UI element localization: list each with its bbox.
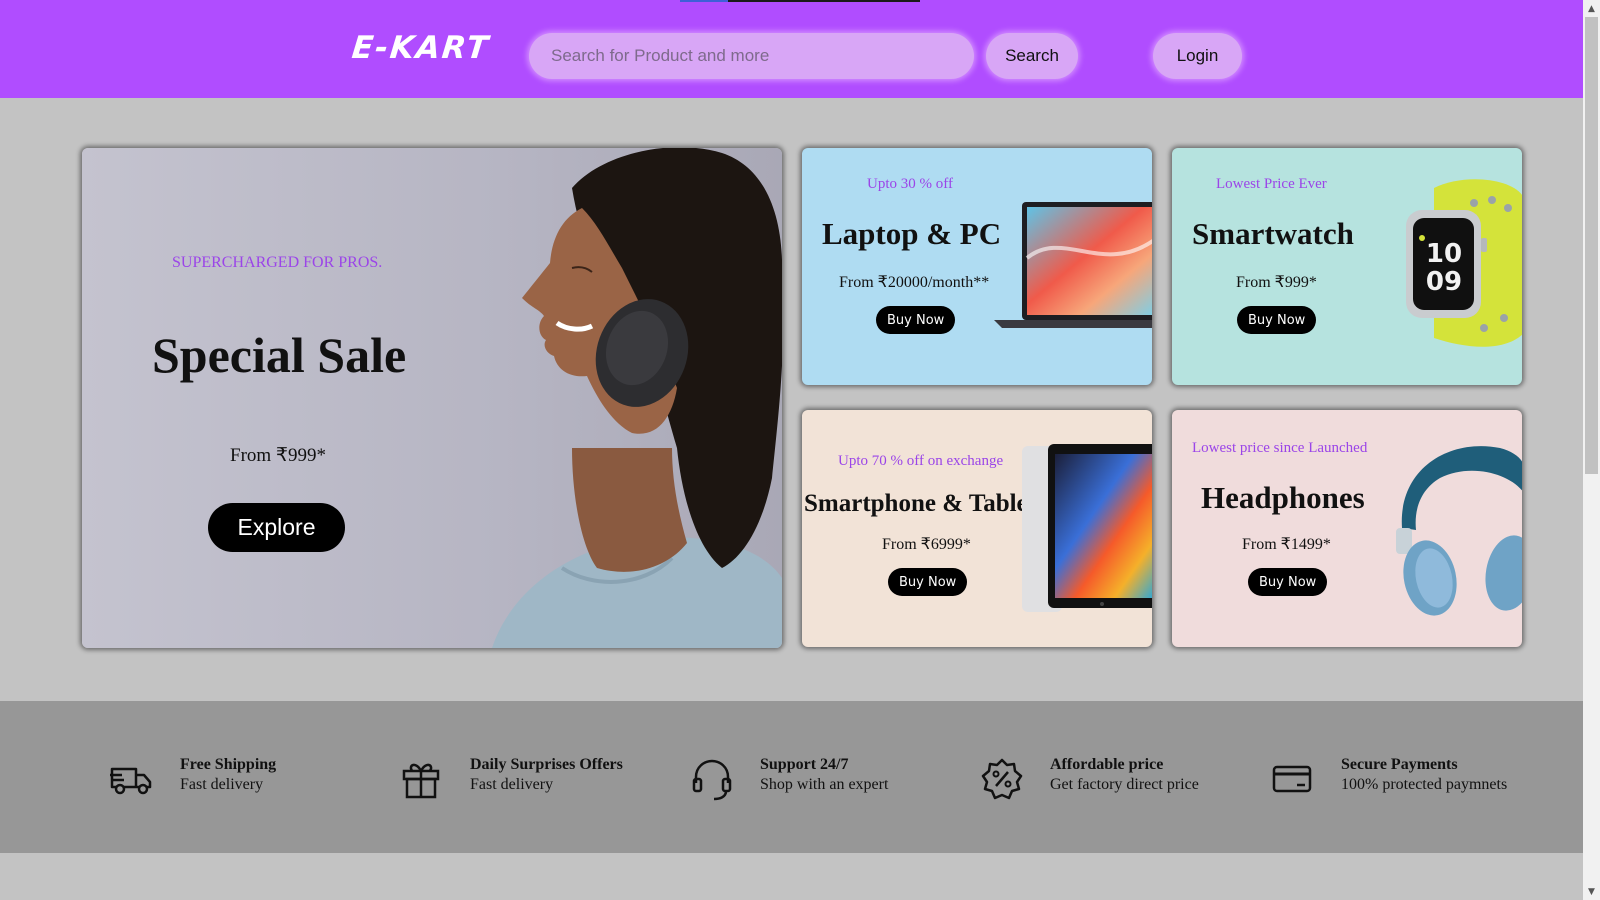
headphones-promo-card[interactable]: Lowest price since Launched Headphones F… — [1172, 410, 1522, 647]
feature-title: Daily Surprises Offers — [470, 756, 623, 773]
feature-title: Free Shipping — [180, 756, 277, 773]
smartwatch-price: From ₹999* — [1236, 274, 1317, 291]
laptop-buy-now-button[interactable]: Buy Now — [876, 306, 956, 334]
laptop-price: From ₹20000/month** — [839, 274, 990, 291]
headphones-price: From ₹1499* — [1242, 536, 1331, 553]
top-loading-line — [680, 0, 920, 2]
laptop-title: Laptop & PC — [822, 216, 1002, 251]
feature-free-shipping: Free Shipping Fast delivery — [110, 755, 276, 801]
scroll-down-arrow-icon[interactable]: ▼ — [1583, 883, 1600, 900]
smartwatch-tag: Lowest Price Ever — [1216, 176, 1327, 192]
truck-icon — [110, 767, 152, 795]
login-button[interactable]: Login — [1153, 33, 1242, 79]
feature-subtitle: Fast delivery — [180, 776, 264, 793]
headphones-title: Headphones — [1201, 480, 1365, 515]
smartphone-tablet-promo-card[interactable]: Upto 70 % off on exchange Smartphone & T… — [802, 410, 1152, 647]
hero-price: From ₹999* — [230, 445, 327, 466]
search-input[interactable] — [529, 33, 974, 79]
scrollbar-thumb[interactable] — [1585, 17, 1598, 474]
headset-icon — [692, 759, 732, 801]
feature-support: Support 24/7 Shop with an expert — [690, 755, 888, 801]
hero-tagline: SUPERCHARGED FOR PROS. — [172, 254, 383, 271]
scroll-up-arrow-icon[interactable]: ▲ — [1583, 0, 1600, 17]
headphones-tag: Lowest price since Launched — [1192, 440, 1368, 456]
smartwatch-image: 10 09 — [1406, 179, 1522, 347]
feature-daily-offers: Daily Surprises Offers Fast delivery — [400, 755, 623, 801]
explore-button[interactable]: Explore — [208, 503, 345, 552]
smartphone-buy-now-button[interactable]: Buy Now — [888, 568, 968, 596]
tablet-image — [1022, 444, 1152, 612]
gift-icon — [402, 763, 440, 799]
feature-title: Secure Payments — [1341, 756, 1458, 773]
smartwatch-buy-now-button[interactable]: Buy Now — [1237, 306, 1317, 334]
laptop-promo-card[interactable]: Upto 30 % off Laptop & PC From ₹20000/mo… — [802, 148, 1152, 385]
laptop-tag: Upto 30 % off — [867, 176, 953, 192]
credit-card-icon — [1272, 765, 1312, 793]
smartphone-title: Smartphone & Tablet — [804, 490, 1036, 517]
hero-title: Special Sale — [152, 327, 407, 383]
feature-subtitle: Get factory direct price — [1050, 776, 1199, 793]
woman-with-headphones-image — [492, 148, 782, 648]
features-band: Free Shipping Fast delivery Daily Surpri… — [0, 701, 1583, 853]
headphones-buy-now-button[interactable]: Buy Now — [1248, 568, 1328, 596]
svg-text:09: 09 — [1426, 267, 1462, 297]
feature-title: Support 24/7 — [760, 756, 849, 773]
smartphone-tag: Upto 70 % off on exchange — [838, 453, 1004, 469]
site-logo[interactable]: E-KART — [350, 30, 491, 66]
laptop-image — [994, 202, 1152, 328]
smartphone-price: From ₹6999* — [882, 536, 971, 553]
vertical-scrollbar[interactable]: ▲ ▼ — [1583, 0, 1600, 900]
search-button[interactable]: Search — [986, 33, 1078, 79]
feature-affordable-price: Affordable price Get factory direct pric… — [980, 755, 1199, 801]
feature-title: Affordable price — [1050, 756, 1164, 773]
hero-banner: SUPERCHARGED FOR PROS. Special Sale From… — [82, 148, 782, 648]
discount-badge-icon — [981, 758, 1023, 800]
feature-subtitle: Shop with an expert — [760, 776, 889, 793]
headphones-image — [1396, 446, 1522, 616]
feature-subtitle: Fast delivery — [470, 776, 554, 793]
header-bar: E-KART Search Login — [0, 0, 1583, 98]
smartwatch-promo-card[interactable]: Lowest Price Ever Smartwatch From ₹999* … — [1172, 148, 1522, 385]
smartwatch-title: Smartwatch — [1192, 216, 1354, 251]
svg-text:10: 10 — [1426, 239, 1462, 269]
feature-subtitle: 100% protected paymnets — [1341, 776, 1508, 793]
feature-secure-payments: Secure Payments 100% protected paymnets — [1271, 755, 1507, 801]
